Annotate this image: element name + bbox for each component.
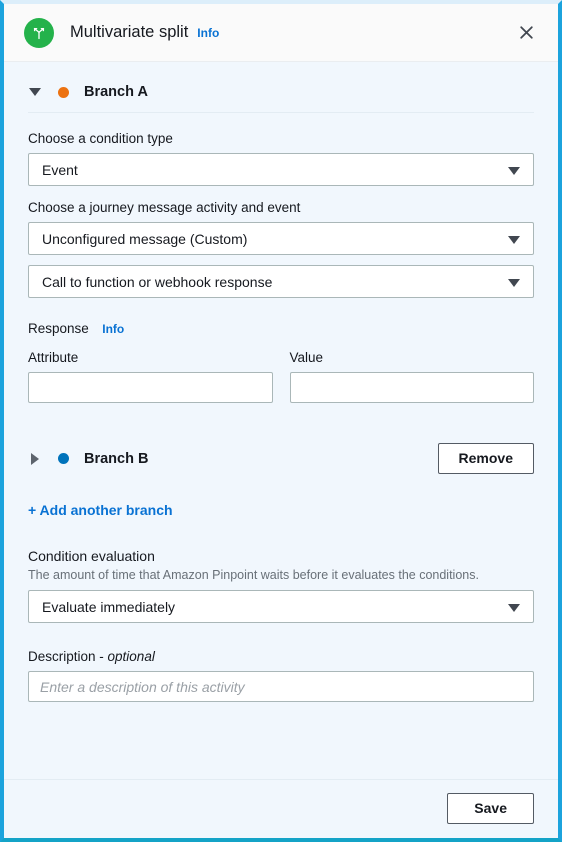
condition-evaluation-select[interactable]: Evaluate immediately [28,590,534,624]
journey-activity-value: Unconfigured message (Custom) [42,230,248,247]
condition-type-select[interactable]: Event [28,153,534,186]
journey-event-select[interactable]: Call to function or webhook response [28,265,534,298]
panel-body: Branch A Choose a condition type Event C… [4,62,558,779]
response-info-link[interactable]: Info [102,322,124,336]
branch-a-label: Branch A [84,84,148,100]
page-title: Multivariate split [70,23,189,41]
condition-type-value: Event [42,161,78,178]
branch-a-divider [28,112,534,113]
description-input[interactable] [28,671,534,703]
chevron-down-icon [508,166,520,175]
journey-activity-label: Choose a journey message activity and ev… [28,200,301,215]
chevron-down-icon [508,603,520,612]
chevron-down-icon [508,235,520,244]
condition-type-label: Choose a condition type [28,131,173,146]
multivariate-split-icon [24,17,54,48]
branch-a-header[interactable]: Branch A [28,62,534,112]
description-label-text: Description - [28,649,108,665]
value-label: Value [289,350,324,365]
description-optional-text: optional [107,649,155,665]
add-another-branch-button[interactable]: + Add another branch [28,502,173,518]
condition-evaluation-title: Condition evaluation [28,548,155,565]
save-button[interactable]: Save [447,792,534,824]
value-input[interactable] [289,372,534,403]
response-label: Response [28,321,89,336]
close-icon[interactable] [512,19,540,47]
header-info-link[interactable]: Info [197,26,219,40]
panel-footer: Save [4,778,558,838]
branch-b-header[interactable]: Branch B Remove [28,403,534,480]
journey-activity-select[interactable]: Unconfigured message (Custom) [28,222,534,255]
condition-evaluation-value: Evaluate immediately [42,598,176,615]
branch-b-label: Branch B [84,450,149,467]
journey-event-value: Call to function or webhook response [42,273,273,290]
response-heading: Response Info [28,320,534,338]
chevron-down-icon[interactable] [28,85,42,99]
branch-a-dot [58,86,69,98]
remove-branch-button[interactable]: Remove [437,443,534,475]
multivariate-split-panel: Multivariate split Info Branch A Choose … [0,0,562,842]
response-fields: Attribute Value [28,340,534,403]
attribute-input[interactable] [28,372,273,403]
condition-evaluation-description: The amount of time that Amazon Pinpoint … [28,568,479,583]
chevron-down-icon [508,278,520,287]
chevron-right-icon[interactable] [28,452,42,466]
panel-header: Multivariate split Info [4,4,558,62]
description-label: Description - optional [28,649,534,664]
attribute-label: Attribute [28,350,79,365]
branch-b-dot [58,453,69,465]
